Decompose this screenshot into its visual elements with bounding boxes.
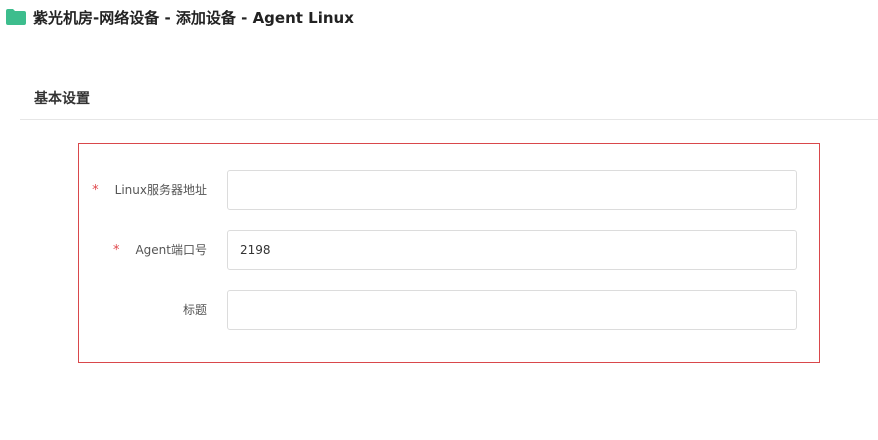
server-address-label-text: Linux服务器地址 bbox=[114, 183, 207, 197]
title-label-text: 标题 bbox=[182, 303, 207, 317]
section-title: 基本设置 bbox=[34, 91, 90, 107]
title-input[interactable] bbox=[227, 290, 797, 330]
folder-icon bbox=[6, 9, 26, 25]
page-title: 紫光机房-网络设备 - 添加设备 - Agent Linux bbox=[33, 8, 354, 27]
page-header: 紫光机房-网络设备 - 添加设备 - Agent Linux bbox=[6, 6, 354, 28]
page: 紫光机房-网络设备 - 添加设备 - Agent Linux 基本设置 * Lin… bbox=[0, 0, 878, 440]
server-address-label: * Linux服务器地址 bbox=[92, 170, 207, 210]
agent-port-input[interactable] bbox=[227, 230, 797, 270]
agent-port-label: * Agent端口号 bbox=[113, 230, 207, 270]
server-address-input[interactable] bbox=[227, 170, 797, 210]
section-divider bbox=[20, 119, 878, 120]
agent-port-label-text: Agent端口号 bbox=[135, 243, 207, 257]
basic-settings-form: * Linux服务器地址 * Agent端口号 标题 bbox=[78, 143, 820, 363]
required-mark: * bbox=[92, 183, 99, 198]
form-row-server-address: * Linux服务器地址 bbox=[79, 170, 819, 210]
form-row-title: 标题 bbox=[79, 290, 819, 330]
required-mark: * bbox=[112, 243, 120, 258]
title-label: 标题 bbox=[183, 290, 207, 330]
form-row-agent-port: * Agent端口号 bbox=[79, 230, 819, 270]
